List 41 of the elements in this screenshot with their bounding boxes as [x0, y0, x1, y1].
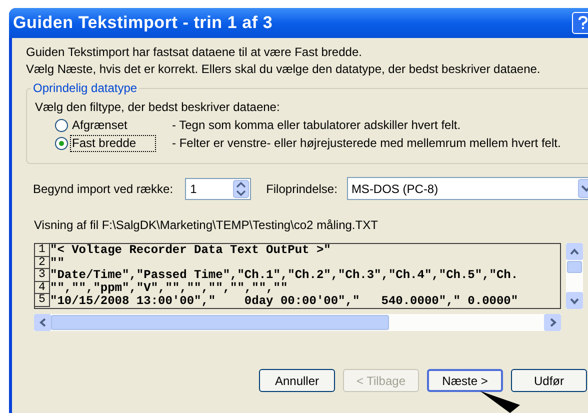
line-number: 4	[35, 282, 50, 294]
file-origin-label: Filoprindelse:	[266, 180, 338, 198]
window-title: Guiden Tekstimport - trin 1 af 3	[13, 12, 273, 34]
line-number: 2	[35, 256, 50, 270]
intro-text: Vælg Næste, hvis det er korrekt. Ellers skal du vælge den datatype, der bedst beskriver dataene.	[26, 61, 542, 78]
dialog-button[interactable]: Næste >	[427, 369, 503, 392]
preview-line: "10/15/2008 13:00'00"," 0day 00:00'00"," 540.0000"," 0.0000"	[50, 294, 518, 307]
intro-text: Guiden Tekstimport har fastsat dataene til at være Fast bredde.	[26, 44, 363, 61]
radio-button[interactable]	[55, 136, 68, 150]
radio-description: - Felter er venstre- eller højrejusterede med mellemrum mellem hvert felt.	[172, 135, 561, 152]
preview-line: "< Voltage Recorder Data Text OutPut >"	[50, 244, 331, 256]
dialog-button[interactable]: Udfør	[511, 369, 587, 392]
radio-button[interactable]	[55, 118, 68, 132]
scroll-down-icon	[570, 296, 579, 304]
scroll-right-icon	[548, 318, 556, 327]
start-row-spinner[interactable]: 1	[185, 178, 252, 200]
radio-label[interactable]: Afgrænset	[70, 116, 156, 134]
line-number: 3	[35, 269, 50, 282]
scroll-thumb[interactable]	[567, 261, 582, 273]
radio-label[interactable]: Fast bredde	[70, 134, 156, 152]
help-button[interactable]	[572, 12, 588, 34]
dialog-button[interactable]: Annuller	[259, 369, 335, 392]
scroll-thumb[interactable]	[51, 315, 389, 330]
line-number: 5	[35, 294, 50, 307]
file-origin-dropdown[interactable]: MS-DOS (PC-8)	[347, 177, 588, 200]
mouse-cursor-icon	[480, 391, 520, 413]
vertical-scrollbar[interactable]	[566, 243, 583, 309]
spinner-arrows-icon	[233, 180, 250, 198]
scroll-up-icon	[570, 248, 579, 256]
radio-description: - Tegn som komma eller tabulatorer adskiller hvert felt.	[172, 117, 461, 134]
preview-line: "","","ppm","V","","","","","",""	[50, 282, 288, 294]
group-prompt: Vælg den filtype, der bedst beskriver dataene:	[35, 99, 281, 116]
start-row-label: Begynd import ved række:	[33, 180, 174, 198]
preview-line: ""	[50, 256, 64, 269]
preview-caption: Visning af fil F:\SalgDK\Marketing\TEMP\Testing\co2 måling.TXT	[34, 217, 379, 233]
line-number: 1	[35, 244, 50, 257]
horizontal-scrollbar[interactable]	[34, 314, 561, 331]
group-legend: Oprindelig datatype	[31, 80, 140, 96]
preview-line: "Date/Time","Passed Time","Ch.1","Ch.2","Ch.3","Ch.4","Ch.5","Ch.	[50, 269, 518, 282]
scroll-left-icon	[38, 318, 46, 327]
help-icon	[578, 16, 588, 30]
